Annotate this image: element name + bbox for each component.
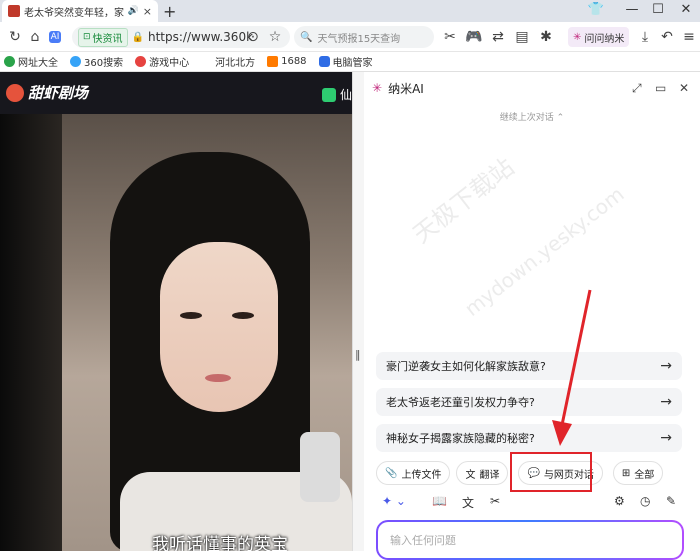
chat-input[interactable]: 输入任何问题 [376, 520, 684, 560]
search-input[interactable]: 🔍 天气预报15天查询 [294, 26, 434, 48]
panel-header: ✳ 纳米AI [364, 72, 700, 104]
model-selector-icon[interactable]: ✦ ⌄ [382, 494, 406, 508]
refresh-icon[interactable]: ↻ [6, 28, 24, 46]
bookmark-icon [135, 56, 147, 67]
star-icon[interactable]: ☆ [266, 28, 284, 46]
search-icon: 🔍 [300, 31, 313, 43]
site-header: 甜虾剧场 仙 [0, 72, 352, 114]
arrow-right-icon: → [660, 358, 672, 374]
tab-close-icon[interactable]: × [143, 5, 152, 18]
bookmark-item[interactable]: 1688 [267, 56, 307, 67]
bookmark-icon [201, 56, 213, 67]
nami-logo-icon: ✳ [573, 31, 582, 43]
scissors-icon[interactable]: ✂ [441, 28, 459, 46]
eye-shape [232, 312, 254, 319]
watermark: 天极下载站 [407, 152, 520, 249]
history-icon[interactable]: ◷ [640, 494, 650, 508]
home-icon[interactable]: ⌂ [26, 28, 44, 46]
speaker-icon[interactable]: 🔊 [128, 6, 139, 16]
url-text[interactable]: https://www.360k [148, 30, 253, 44]
lock-icon: 🔒 [131, 31, 144, 43]
bookmark-icon [267, 56, 279, 67]
arrow-right-icon: → [660, 430, 672, 446]
suggestion-item[interactable]: 豪门逆袭女主如何化解家族敌意? → [376, 352, 682, 380]
ask-nami-button[interactable]: ✳ 问问纳米 [568, 27, 630, 47]
arrow-right-icon: → [660, 394, 672, 410]
resize-handle-icon[interactable]: ‖ [355, 348, 361, 361]
kuaizixun-badge[interactable]: ⊡ 快资讯 [78, 27, 128, 47]
extensions-icon[interactable]: ✱ [537, 28, 555, 46]
video-subtitle: 我听话懂事的英宝 [152, 535, 288, 551]
bookmarks-bar: 网址大全 360搜索 游戏中心 河北北方 1688 电脑管家 [0, 52, 700, 72]
paperclip-icon: 📎 [385, 467, 398, 479]
pip-icon[interactable]: ▭ [655, 81, 666, 95]
menu-icon[interactable]: ≡ [680, 28, 698, 46]
bookmark-item[interactable]: 河北北方 [201, 54, 255, 69]
bookmark-item[interactable]: 网址大全 [4, 54, 58, 69]
bookmark-item[interactable]: 电脑管家 [318, 54, 373, 69]
highlight-box [510, 452, 592, 492]
download-icon[interactable]: ⤓ [636, 28, 654, 46]
upload-file-button[interactable]: 📎 上传文件 [376, 461, 451, 485]
ai-icon[interactable]: AI [46, 28, 64, 46]
translate-tool-icon[interactable]: 文 [462, 494, 474, 511]
translate-button[interactable]: 文 翻译 [456, 461, 509, 485]
bookmark-icon [318, 56, 330, 67]
new-tab-button[interactable]: + [163, 2, 176, 21]
app-icon [321, 87, 336, 102]
scissors-icon[interactable]: ✂ [490, 494, 500, 508]
xian-link[interactable]: 仙 [321, 86, 352, 103]
ai-panel: ✳ 纳米AI ⤢ ▭ ✕ 继续上次对话 ⌃ 天极下载站 mydown.yesky… [364, 72, 700, 551]
tab-title: 老太爷突然变年轻，家族 [24, 7, 124, 19]
phone-shape [300, 432, 340, 502]
close-window-button[interactable]: ✕ [676, 2, 696, 17]
site-logo[interactable]: 甜虾剧场 [6, 82, 88, 103]
reader-icon[interactable]: ▤ [513, 28, 531, 46]
input-toolbar: ✦ ⌄ 📖 文 ✂ ⚙ ◷ ✎ [380, 494, 690, 512]
panel-divider[interactable] [352, 72, 364, 551]
suggestion-item[interactable]: 老太爷返老还童引发权力争夺? → [376, 388, 682, 416]
game-icon[interactable]: 🎮 [465, 28, 483, 46]
shirt-icon[interactable]: 👕 [586, 2, 606, 17]
eye-shape [180, 312, 202, 319]
bookmark-item[interactable]: 游戏中心 [135, 54, 189, 69]
shrimp-icon [6, 83, 24, 102]
minimize-button[interactable]: — [622, 2, 642, 17]
tab-active[interactable]: 老太爷突然变年轻，家族 🔊 × [2, 0, 158, 22]
translate-icon: 文 [465, 469, 476, 481]
translate-icon[interactable]: ⇄ [489, 28, 507, 46]
bookmark-item[interactable]: 360搜索 [70, 54, 123, 69]
video-background [0, 114, 62, 551]
maximize-button[interactable]: ☐ [648, 2, 668, 17]
grid-icon: ⊞ [621, 467, 631, 479]
location-icon[interactable]: ⊙ [244, 28, 262, 46]
close-panel-icon[interactable]: ✕ [679, 81, 689, 95]
all-tools-button[interactable]: ⊞ 全部 [612, 461, 664, 485]
bookmark-icon [4, 56, 15, 67]
favicon-icon [8, 5, 20, 17]
face-shape [160, 242, 278, 412]
bookmark-icon [70, 56, 81, 67]
panel-title: 纳米AI [388, 81, 424, 96]
new-chat-icon[interactable]: ✎ [666, 494, 676, 508]
settings-icon[interactable]: ⚙ [614, 494, 625, 508]
toolbar: ↻ ⌂ AI ⊡ 快资讯 🔒 https://www.360k ⊙ ☆ 🔍 天气预… [0, 22, 700, 52]
nami-logo-icon: ✳ [372, 81, 383, 95]
book-icon[interactable]: 📖 [432, 494, 447, 508]
tab-bar: 老太爷突然变年轻，家族 🔊 × + 👕 — ☐ ✕ [0, 0, 700, 22]
expand-icon[interactable]: ⤢ [632, 81, 642, 96]
suggestion-item[interactable]: 神秘女子揭露家族隐藏的秘密? → [376, 424, 682, 452]
video-player[interactable]: 甜虾剧场 仙 我听话懂事的英宝 [0, 72, 352, 551]
continue-last-chat-link[interactable]: 继续上次对话 ⌃ [364, 110, 700, 123]
lips-shape [205, 374, 231, 382]
undo-icon[interactable]: ↶ [658, 28, 676, 46]
